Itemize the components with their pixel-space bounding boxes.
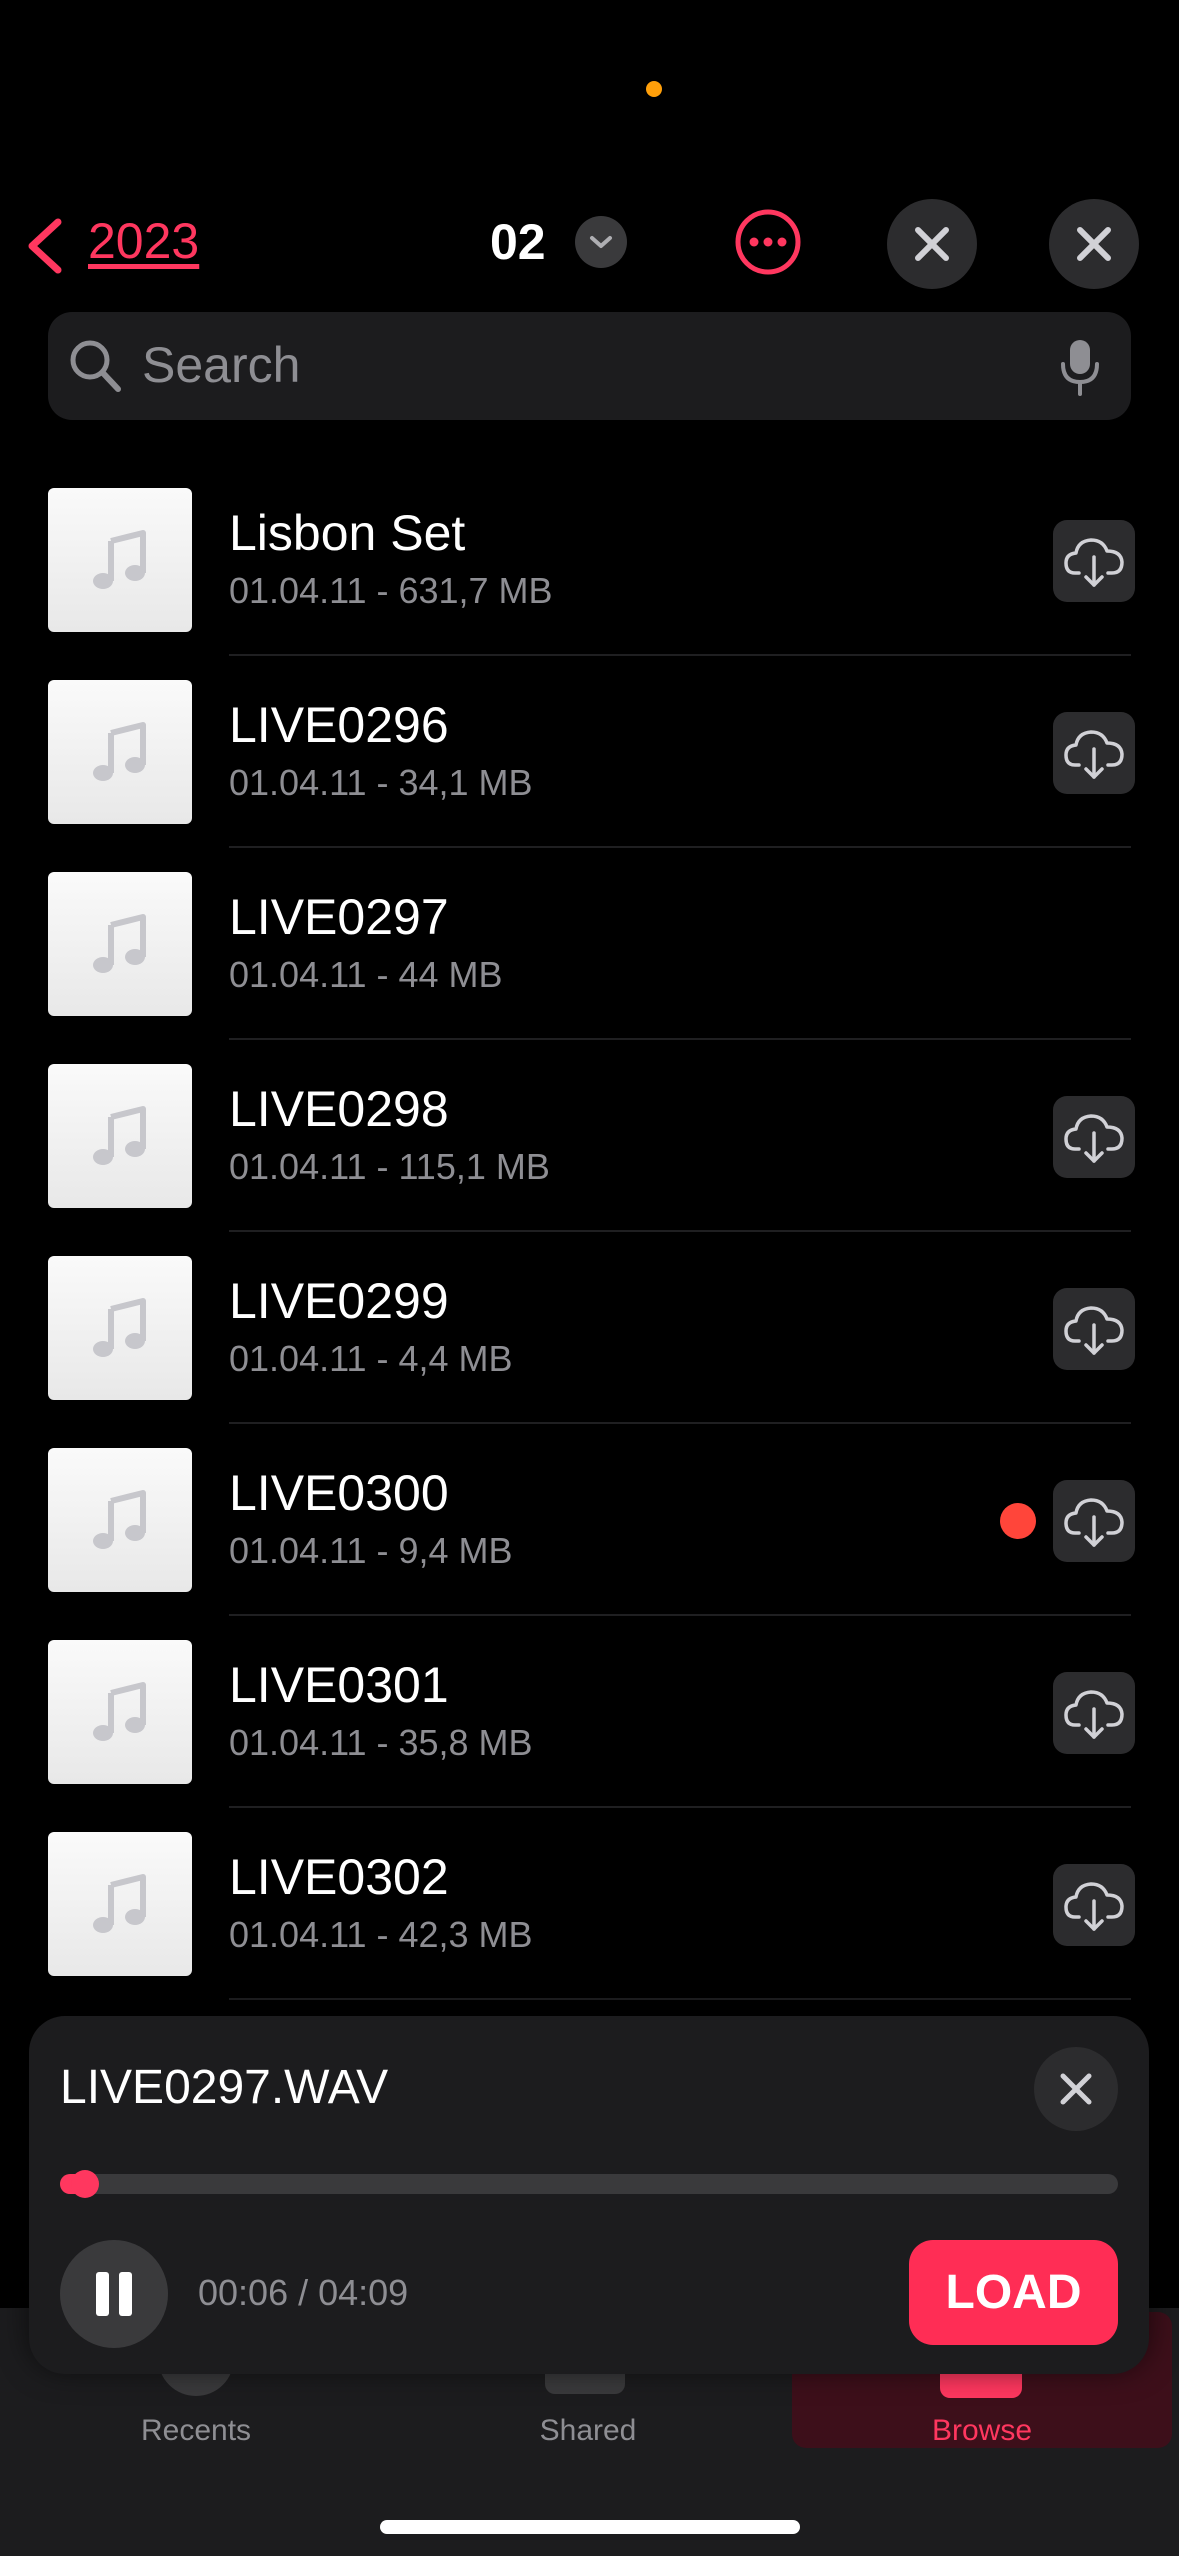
folder-title[interactable]: 02 — [490, 213, 546, 271]
privacy-indicator-dot — [646, 81, 662, 97]
folder-dropdown-button[interactable] — [575, 216, 627, 268]
player-close-button[interactable] — [1034, 2047, 1118, 2131]
file-title: LIVE0302 — [229, 1849, 449, 1905]
file-thumbnail — [48, 1064, 192, 1208]
file-meta: 01.04.11 - 4,4 MB — [229, 1338, 513, 1379]
file-title: LIVE0301 — [229, 1657, 449, 1713]
file-title: LIVE0297 — [229, 889, 449, 945]
tab-recents[interactable]: Recents — [96, 2414, 296, 2448]
music-note-icon — [93, 914, 146, 973]
file-meta: 01.04.11 - 631,7 MB — [229, 570, 553, 611]
microphone-icon[interactable] — [1058, 338, 1102, 398]
file-thumbnail — [48, 872, 192, 1016]
tab-shared[interactable]: Shared — [488, 2414, 688, 2448]
close-icon — [1077, 227, 1111, 261]
file-meta: 01.04.11 - 44 MB — [229, 954, 503, 995]
progress-track[interactable] — [60, 2174, 1118, 2194]
cloud-download-button[interactable] — [1053, 1480, 1135, 1562]
close-icon — [915, 227, 949, 261]
file-thumbnail — [48, 1832, 192, 1976]
close-icon — [1060, 2073, 1092, 2105]
close-button[interactable] — [887, 199, 977, 289]
search-input[interactable] — [142, 330, 1022, 400]
cloud-download-icon — [1064, 1498, 1124, 1547]
music-note-icon — [93, 530, 146, 589]
cloud-download-icon — [1064, 538, 1124, 587]
playback-time: 00:06 / 04:09 — [198, 2272, 409, 2313]
file-row[interactable]: LIVE0298 01.04.11 - 115,1 MB — [0, 1040, 1179, 1232]
cloud-download-button[interactable] — [1053, 520, 1135, 602]
chevron-left-icon[interactable] — [22, 216, 66, 276]
file-row[interactable]: LIVE0300 01.04.11 - 9,4 MB — [0, 1424, 1179, 1616]
home-indicator — [380, 2520, 800, 2534]
file-title: LIVE0296 — [229, 697, 449, 753]
music-note-icon — [93, 1682, 146, 1741]
file-meta: 01.04.11 - 9,4 MB — [229, 1530, 513, 1571]
file-thumbnail — [48, 680, 192, 824]
file-meta: 01.04.11 - 35,8 MB — [229, 1722, 533, 1763]
load-button[interactable]: LOAD — [909, 2240, 1118, 2345]
cloud-download-button[interactable] — [1053, 1672, 1135, 1754]
file-thumbnail — [48, 1640, 192, 1784]
cloud-download-button[interactable] — [1053, 712, 1135, 794]
pause-icon — [96, 2272, 132, 2316]
file-meta: 01.04.11 - 42,3 MB — [229, 1914, 533, 1955]
chevron-down-icon — [590, 236, 612, 248]
file-row[interactable]: LIVE0299 01.04.11 - 4,4 MB — [0, 1232, 1179, 1424]
file-row[interactable]: Lisbon Set 01.04.11 - 631,7 MB — [0, 464, 1179, 656]
file-title: LIVE0299 — [229, 1273, 449, 1329]
tab-browse[interactable]: Browse — [882, 2414, 1082, 2448]
cloud-download-button[interactable] — [1053, 1288, 1135, 1370]
pause-button[interactable] — [60, 2240, 168, 2348]
file-thumbnail — [48, 488, 192, 632]
music-note-icon — [93, 1298, 146, 1357]
dismiss-button[interactable] — [1049, 199, 1139, 289]
recording-indicator-dot — [1000, 1503, 1036, 1539]
file-thumbnail — [48, 1448, 192, 1592]
cloud-download-button[interactable] — [1053, 1864, 1135, 1946]
cloud-download-button[interactable] — [1053, 1096, 1135, 1178]
cloud-download-icon — [1064, 730, 1124, 779]
file-row[interactable]: LIVE0296 01.04.11 - 34,1 MB — [0, 656, 1179, 848]
player-track-title: LIVE0297.WAV — [60, 2061, 389, 2114]
file-title: LIVE0298 — [229, 1081, 449, 1137]
file-meta: 01.04.11 - 34,1 MB — [229, 762, 533, 803]
cloud-download-icon — [1064, 1114, 1124, 1163]
music-note-icon — [93, 1874, 146, 1933]
music-note-icon — [93, 722, 146, 781]
back-button[interactable]: 2023 — [88, 212, 199, 270]
ellipsis-circle-icon[interactable] — [733, 207, 803, 277]
cloud-download-icon — [1064, 1882, 1124, 1931]
file-row[interactable]: LIVE0301 01.04.11 - 35,8 MB — [0, 1616, 1179, 1808]
file-meta: 01.04.11 - 115,1 MB — [229, 1146, 550, 1187]
file-row[interactable]: LIVE0302 01.04.11 - 42,3 MB — [0, 1808, 1179, 2000]
file-row[interactable]: LIVE0297 01.04.11 - 44 MB — [0, 848, 1179, 1040]
row-divider — [229, 1998, 1131, 2000]
file-title: LIVE0300 — [229, 1465, 449, 1521]
music-note-icon — [93, 1106, 146, 1165]
file-title: Lisbon Set — [229, 505, 466, 561]
cloud-download-icon — [1064, 1306, 1124, 1355]
search-icon — [70, 340, 121, 392]
music-note-icon — [93, 1490, 146, 1549]
cloud-download-icon — [1064, 1690, 1124, 1739]
file-thumbnail — [48, 1256, 192, 1400]
